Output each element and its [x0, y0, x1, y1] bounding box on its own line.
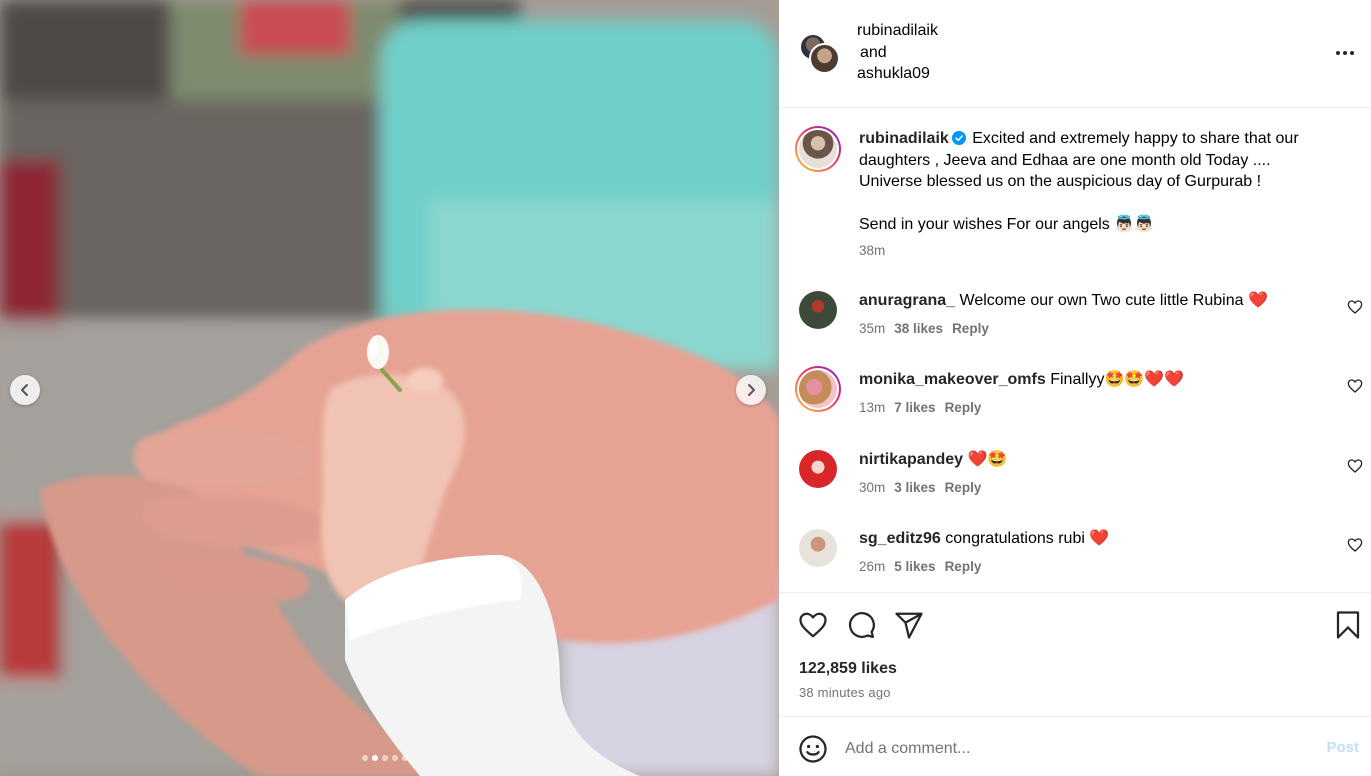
post-header: rubinadilaik and ashukla09 [779, 0, 1371, 108]
avatar[interactable] [795, 126, 841, 172]
comment-emoji: ❤️ [1089, 530, 1110, 547]
comment-text: anuragrana_ Welcome our own Two cute lit… [859, 290, 1329, 312]
bookmark-button[interactable] [1333, 610, 1363, 640]
comment-time[interactable]: 13m [859, 400, 885, 415]
more-icon [1336, 51, 1354, 55]
comment-input[interactable] [845, 735, 1305, 763]
comment-item: anuragrana_ Welcome our own Two cute lit… [779, 291, 1371, 351]
comment-meta: 26m 5 likes Reply [859, 559, 990, 574]
author-joiner: and [860, 43, 887, 61]
comment-body: congratulations rubi [945, 530, 1085, 547]
avatar[interactable] [799, 450, 837, 488]
comment-time[interactable]: 30m [859, 480, 885, 495]
comment-username[interactable]: sg_editz96 [859, 530, 941, 547]
post-details-panel: rubinadilaik and ashukla09 rubinadilaik … [779, 0, 1371, 776]
comment-username[interactable]: monika_makeover_omfs [859, 371, 1046, 388]
comment-meta: 30m 3 likes Reply [859, 480, 990, 495]
post-actions: 122,859 likes 38 minutes ago [779, 592, 1371, 717]
comment-meta: 35m 38 likes Reply [859, 321, 998, 336]
more-options-button[interactable] [1335, 43, 1355, 63]
comment-time[interactable]: 26m [859, 559, 885, 574]
comment-likes[interactable]: 5 likes [894, 559, 935, 574]
comment-emoji: 🤩🤩❤️❤️ [1104, 371, 1185, 388]
carousel-dot-active [372, 755, 378, 761]
avatar [809, 43, 840, 74]
comment-item: monika_makeover_omfs Finallyy🤩🤩❤️❤️ 13m … [779, 366, 1371, 430]
avatar[interactable] [795, 366, 841, 412]
author-username[interactable]: ashukla09 [857, 63, 938, 85]
caption-body-2: Send in your wishes For our angels 👼🏻👼🏻 [859, 215, 1155, 233]
post-timestamp: 38 minutes ago [799, 685, 891, 700]
collab-authors: rubinadilaik and ashukla09 [857, 20, 938, 85]
comment-time[interactable]: 35m [859, 321, 885, 336]
comment-body: Welcome our own Two cute little Rubina [959, 292, 1244, 309]
comment-text: sg_editz96 congratulations rubi ❤️ [859, 528, 1329, 550]
reply-button[interactable]: Reply [945, 559, 982, 574]
heart-icon[interactable] [1347, 458, 1363, 474]
caption-timestamp[interactable]: 38m [859, 243, 885, 258]
comment-username[interactable]: anuragrana_ [859, 292, 955, 309]
comment-text: nirtikapandey ❤️🤩 [859, 449, 1329, 471]
comment-item: sg_editz96 congratulations rubi ❤️ 26m 5… [779, 529, 1371, 589]
post-comment-button[interactable]: Post [1326, 739, 1359, 756]
carousel-dot [402, 755, 408, 761]
avatar[interactable] [799, 529, 837, 567]
avatar[interactable] [799, 291, 837, 329]
like-button[interactable] [798, 610, 828, 640]
heart-icon[interactable] [1347, 299, 1363, 315]
reply-button[interactable]: Reply [952, 321, 989, 336]
add-comment-bar: Post [779, 717, 1371, 776]
comment-item: nirtikapandey ❤️🤩 30m 3 likes Reply [779, 450, 1371, 510]
post-photo [0, 0, 779, 776]
comment-username[interactable]: nirtikapandey [859, 451, 963, 468]
comment-meta: 13m 7 likes Reply [859, 400, 990, 415]
carousel-dot [392, 755, 398, 761]
caption-text: rubinadilaik Excited and extremely happy… [859, 128, 1329, 235]
reply-button[interactable]: Reply [945, 480, 982, 495]
carousel-next-button[interactable] [736, 375, 766, 405]
comment-likes[interactable]: 3 likes [894, 480, 935, 495]
comment-likes[interactable]: 38 likes [894, 321, 943, 336]
chevron-right-icon [748, 384, 755, 396]
likes-count[interactable]: 122,859 likes [799, 660, 897, 678]
carousel-dot [382, 755, 388, 761]
comment-emoji: ❤️ [1247, 292, 1268, 309]
carousel-prev-button[interactable] [10, 375, 40, 405]
carousel-dot [362, 755, 368, 761]
heart-icon[interactable] [1347, 537, 1363, 553]
comment-text: monika_makeover_omfs Finallyy🤩🤩❤️❤️ [859, 369, 1329, 391]
chevron-left-icon [21, 384, 28, 396]
comment-likes[interactable]: 7 likes [894, 400, 935, 415]
collab-avatars[interactable] [799, 33, 840, 75]
reply-button[interactable]: Reply [945, 400, 982, 415]
author-username[interactable]: rubinadilaik [857, 20, 938, 42]
verified-icon [951, 131, 966, 145]
emoji-icon[interactable] [798, 734, 828, 764]
caption-username[interactable]: rubinadilaik [859, 130, 949, 147]
share-button[interactable] [894, 610, 924, 640]
post-media [0, 0, 779, 776]
comment-body: Finallyy [1050, 371, 1105, 388]
comment-emoji: ❤️🤩 [967, 451, 1008, 468]
comment-button[interactable] [846, 610, 876, 640]
heart-icon[interactable] [1347, 378, 1363, 394]
carousel-indicator [362, 755, 408, 761]
